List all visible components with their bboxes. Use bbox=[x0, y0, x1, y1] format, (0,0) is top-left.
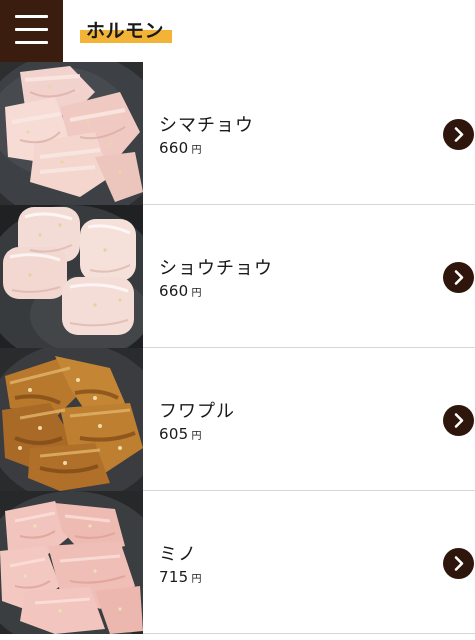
item-price: 605 円 bbox=[159, 424, 202, 443]
menu-item[interactable]: ショウチョウ 660 円 bbox=[0, 205, 475, 348]
menu-item[interactable]: ミノ 715 円 bbox=[0, 491, 475, 634]
category-title-block: ホルモン bbox=[80, 16, 172, 46]
price-unit: 円 bbox=[191, 288, 202, 299]
menu-bar-line bbox=[15, 15, 48, 18]
fuwapuru-photo bbox=[0, 348, 143, 491]
item-price: 660 円 bbox=[159, 138, 202, 157]
shocho-photo bbox=[0, 205, 143, 348]
item-name: シマチョウ bbox=[159, 115, 254, 136]
chevron-glyph bbox=[454, 127, 464, 142]
chevron-right-icon[interactable] bbox=[443, 262, 474, 293]
price-value: 660 bbox=[159, 139, 189, 157]
menu-bar-line bbox=[15, 41, 48, 44]
chevron-right-icon[interactable] bbox=[443, 405, 474, 436]
item-photo bbox=[0, 491, 143, 634]
menu-item[interactable]: フワプル 605 円 bbox=[0, 348, 475, 491]
chevron-glyph bbox=[454, 413, 464, 428]
shimacho-photo bbox=[0, 62, 143, 205]
price-unit: 円 bbox=[191, 431, 202, 442]
item-price: 715 円 bbox=[159, 567, 202, 586]
item-name: ショウチョウ bbox=[159, 258, 273, 279]
price-value: 605 bbox=[159, 425, 189, 443]
item-photo bbox=[0, 348, 143, 491]
menu-bar-line bbox=[15, 28, 48, 31]
menu-item[interactable]: シマチョウ 660 円 bbox=[0, 62, 475, 205]
item-photo bbox=[0, 62, 143, 205]
chevron-right-icon[interactable] bbox=[443, 548, 474, 579]
item-name: フワプル bbox=[159, 401, 235, 422]
price-value: 715 bbox=[159, 568, 189, 586]
chevron-glyph bbox=[454, 270, 464, 285]
mino-photo bbox=[0, 491, 143, 634]
chevron-glyph bbox=[454, 556, 464, 571]
item-photo bbox=[0, 205, 143, 348]
item-name: ミノ bbox=[159, 544, 197, 565]
menu-list: シマチョウ 660 円 ショウチョウ 660 円 フワプル 605 円 ミノ 7… bbox=[0, 62, 475, 634]
hamburger-menu-icon[interactable] bbox=[0, 0, 63, 62]
item-price: 660 円 bbox=[159, 281, 202, 300]
header: ホルモン bbox=[0, 0, 475, 62]
chevron-right-icon[interactable] bbox=[443, 119, 474, 150]
app-root: ホルモン シマチョウ 660 円 ショウチョウ 660 円 フワプル 605 円… bbox=[0, 0, 475, 640]
category-title: ホルモン bbox=[86, 20, 165, 42]
price-unit: 円 bbox=[191, 145, 202, 156]
price-value: 660 bbox=[159, 282, 189, 300]
price-unit: 円 bbox=[191, 574, 202, 585]
